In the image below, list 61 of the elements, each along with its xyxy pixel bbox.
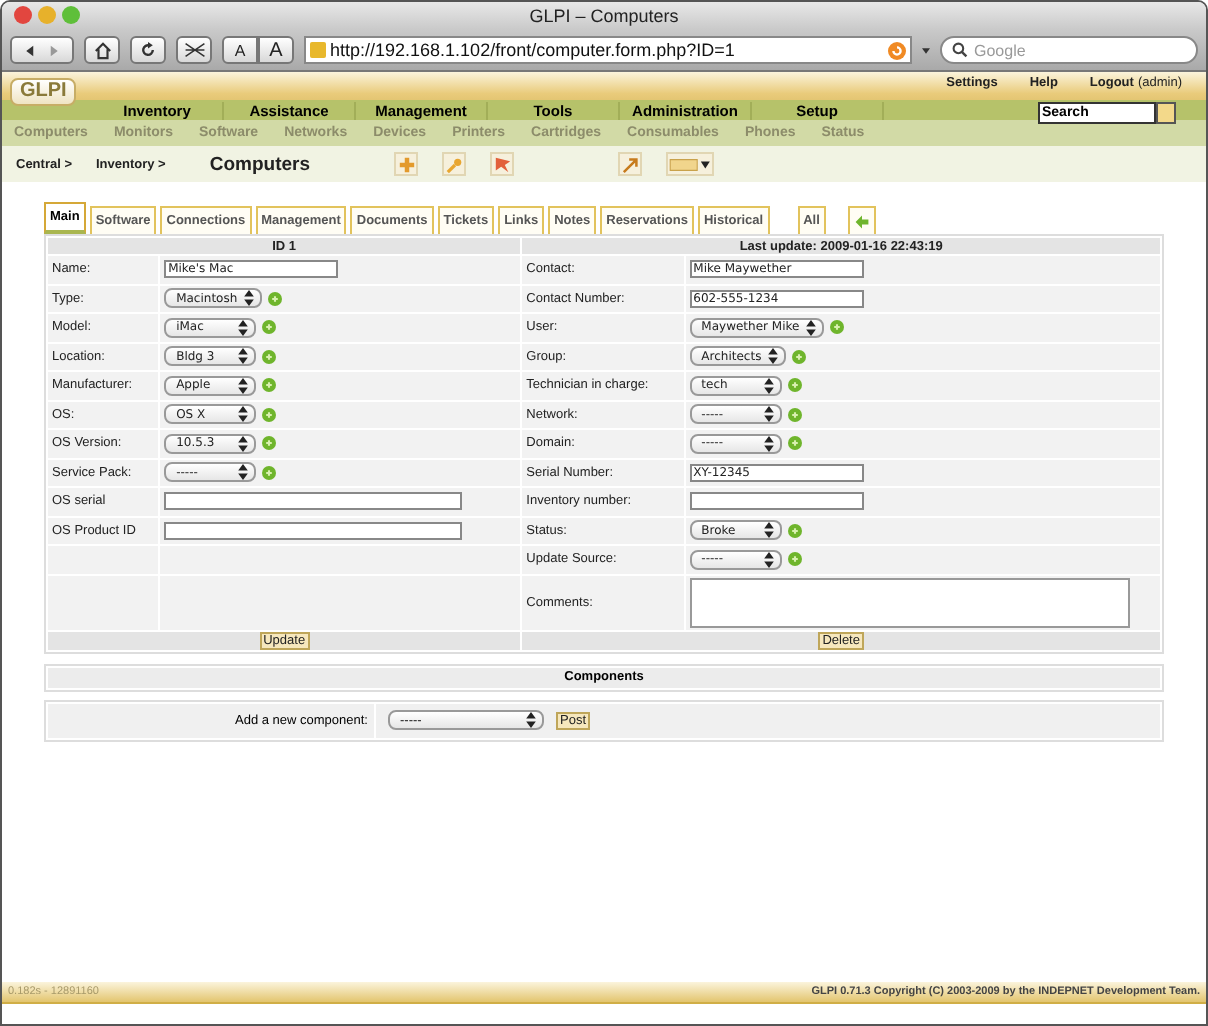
window-title: GLPI – Computers — [529, 6, 679, 26]
smaller-text-button[interactable]: A — [222, 36, 258, 64]
caret-icon — [763, 435, 774, 452]
input-field[interactable] — [689, 492, 864, 511]
comments-field[interactable] — [689, 577, 1130, 627]
add-icon[interactable] — [262, 320, 277, 335]
caret-icon — [243, 290, 254, 307]
add-icon[interactable] — [787, 436, 802, 451]
caret-icon — [238, 319, 249, 336]
caret-icon — [763, 522, 774, 539]
add-icon[interactable] — [787, 552, 802, 567]
caret-icon — [526, 712, 536, 728]
caret-icon — [767, 348, 778, 365]
arrow-icon[interactable] — [618, 152, 643, 176]
caret-icon — [238, 406, 249, 423]
home-icon — [93, 41, 111, 59]
add-icon[interactable] — [787, 378, 802, 393]
back-forward-button[interactable] — [10, 36, 74, 64]
caret-icon — [763, 406, 774, 423]
close-icon[interactable] — [14, 6, 32, 24]
address-field[interactable]: http://192.168.1.102/front/computer.form.php?ID=1 — [304, 36, 912, 64]
caret-icon[interactable] — [922, 47, 930, 53]
add-icon[interactable] — [787, 523, 802, 538]
cross-icon — [183, 42, 205, 58]
input-field[interactable] — [164, 521, 463, 540]
columns-button[interactable] — [666, 152, 715, 176]
add-icon[interactable] — [262, 378, 277, 393]
back-icon[interactable] — [847, 206, 876, 234]
add-icon[interactable] — [267, 291, 282, 306]
add-icon[interactable] — [262, 436, 277, 451]
caret-icon — [763, 551, 774, 568]
reload-button[interactable] — [130, 36, 166, 64]
page-title: Computers — [209, 153, 311, 175]
zoom-icon[interactable] — [62, 6, 80, 24]
add-icon[interactable] — [791, 349, 806, 364]
add-icon[interactable] — [829, 320, 844, 335]
bookmark-icon[interactable] — [490, 152, 515, 176]
caret-icon — [238, 348, 249, 365]
snippet-button[interactable] — [176, 36, 212, 64]
plus-icon[interactable] — [394, 152, 419, 176]
favicon-icon — [310, 42, 326, 58]
add-icon[interactable] — [262, 465, 277, 480]
back-forward-icon — [24, 43, 60, 57]
add-icon[interactable] — [262, 349, 277, 364]
add-icon[interactable] — [787, 407, 802, 422]
caret-icon — [238, 464, 249, 481]
bigger-text-button[interactable]: A — [258, 36, 294, 64]
caret-icon — [805, 319, 816, 336]
caret-icon — [763, 377, 774, 394]
add-icon[interactable] — [262, 407, 277, 422]
home-button[interactable] — [84, 36, 120, 64]
minimize-icon[interactable] — [38, 6, 56, 24]
input-field[interactable] — [164, 492, 463, 511]
logo[interactable]: GLPI — [10, 78, 77, 106]
reload-icon — [140, 42, 156, 58]
search-button[interactable] — [1156, 102, 1176, 124]
reload-icon — [888, 41, 906, 59]
caret-icon — [238, 435, 249, 452]
key-icon[interactable] — [442, 152, 467, 176]
search-icon — [952, 42, 968, 58]
caret-icon — [238, 377, 249, 394]
